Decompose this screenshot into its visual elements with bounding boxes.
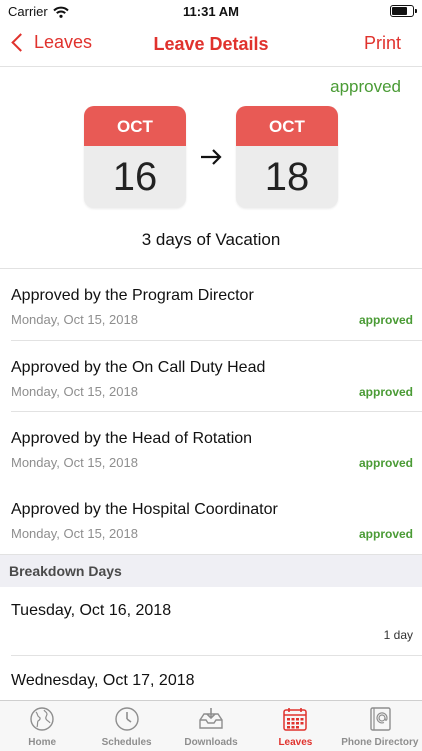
approval-date: Monday, Oct 15, 2018 xyxy=(11,384,138,399)
navigation-bar: Leaves Leave Details Print xyxy=(0,22,422,67)
breakdown-day-row[interactable]: Tuesday, Oct 16, 2018 1 day xyxy=(0,587,422,655)
approval-row[interactable]: Approved by the Program Director Monday,… xyxy=(0,269,422,340)
approval-status: approved xyxy=(358,527,413,541)
battery-tip xyxy=(415,9,417,13)
breakdown-header-label: Breakdown Days xyxy=(9,563,122,579)
leave-summary: 3 days of Vacation xyxy=(141,230,281,249)
status-bar: Carrier 11:31 AM xyxy=(0,0,422,22)
tab-home[interactable]: Home xyxy=(0,701,84,751)
approval-date: Monday, Oct 15, 2018 xyxy=(11,312,138,327)
start-month: OCT xyxy=(84,106,186,146)
tab-leaves[interactable]: Leaves xyxy=(253,701,337,751)
tab-label: Downloads xyxy=(184,737,238,748)
approval-title: Approved by the Hospital Coordinator xyxy=(11,501,278,518)
breakdown-day-count: 1 day xyxy=(383,628,413,642)
tab-schedules[interactable]: Schedules xyxy=(84,701,168,751)
arrow-right-icon xyxy=(201,149,222,165)
chevron-left-icon xyxy=(11,33,30,52)
tab-downloads[interactable]: Downloads xyxy=(169,701,253,751)
globe-icon xyxy=(30,707,54,731)
breakdown-day-date: Wednesday, Oct 17, 2018 xyxy=(11,672,195,689)
end-date-calendar: OCT 18 xyxy=(236,106,338,208)
approval-title: Approved by the Program Director xyxy=(11,287,254,304)
inbox-download-icon xyxy=(199,708,223,729)
approval-status: approved xyxy=(358,313,413,327)
tab-label: Phone Directory xyxy=(341,737,419,748)
battery-level xyxy=(392,7,408,15)
approval-row[interactable]: Approved by the On Call Duty Head Monday… xyxy=(0,341,422,412)
status-time: 11:31 AM xyxy=(183,4,239,19)
end-month: OCT xyxy=(236,106,338,146)
start-day: 16 xyxy=(112,155,158,199)
end-day: 18 xyxy=(264,155,310,199)
approval-title: Approved by the On Call Duty Head xyxy=(11,359,266,376)
breakdown-day-date: Tuesday, Oct 16, 2018 xyxy=(11,602,172,619)
tab-label: Home xyxy=(28,737,57,748)
approval-row[interactable]: Approved by the Head of Rotation Monday,… xyxy=(0,412,422,483)
approval-date: Monday, Oct 15, 2018 xyxy=(11,526,138,541)
start-date-calendar: OCT 16 xyxy=(84,106,186,208)
leave-header: approved OCT 16 OCT 18 3 days of Vacatio… xyxy=(0,67,422,268)
approval-title: Approved by the Head of Rotation xyxy=(11,430,253,447)
approval-date: Monday, Oct 15, 2018 xyxy=(11,455,138,470)
tab-bar: Home Schedules Downloads Leaves Phone Di… xyxy=(0,700,422,751)
tab-label: Schedules xyxy=(101,737,152,748)
print-button[interactable]: Print xyxy=(364,33,401,54)
approval-status: approved xyxy=(358,385,413,399)
clock-icon xyxy=(114,707,139,731)
breakdown-day-row[interactable]: Wednesday, Oct 17, 2018 xyxy=(0,656,422,700)
calendar-icon xyxy=(283,708,308,731)
back-button[interactable]: Leaves xyxy=(10,32,92,53)
approval-row[interactable]: Approved by the Hospital Coordinator Mon… xyxy=(0,483,422,554)
back-button-label: Leaves xyxy=(34,32,93,52)
battery-icon xyxy=(390,5,417,17)
breakdown-section-header: Breakdown Days xyxy=(0,554,422,588)
tab-phone-directory[interactable]: Phone Directory xyxy=(338,701,422,751)
leave-status: approved xyxy=(330,77,401,96)
approval-status: approved xyxy=(358,456,413,470)
tab-label: Leaves xyxy=(278,737,313,748)
contacts-book-icon xyxy=(370,707,391,731)
